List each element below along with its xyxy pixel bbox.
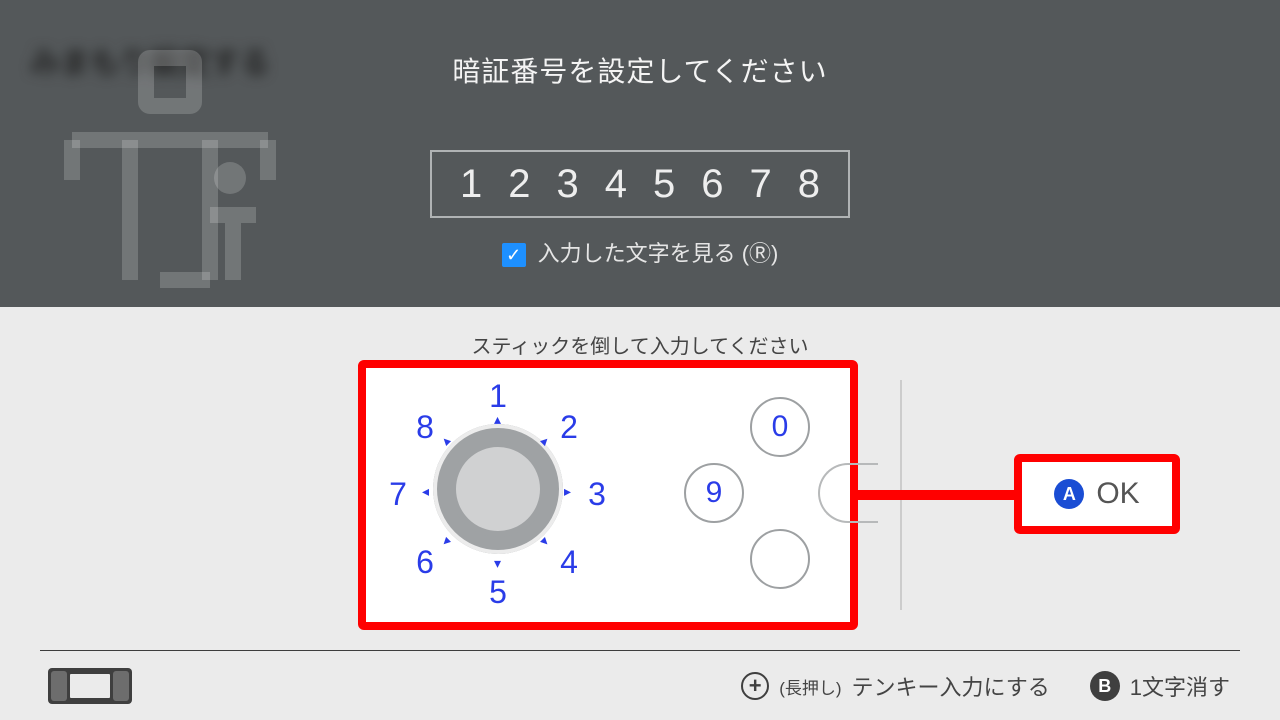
- dial-number-5[interactable]: 5: [483, 574, 513, 611]
- dial-number-6[interactable]: 6: [410, 544, 440, 581]
- hint-plus-prefix: (長押し): [779, 674, 841, 699]
- footer-hints: + (長押し) テンキー入力にする B 1文字消す: [741, 670, 1230, 702]
- face-btn-x-label: 0: [750, 397, 810, 457]
- tick-icon: ▴: [537, 534, 554, 551]
- ok-button[interactable]: A OK: [1014, 454, 1180, 534]
- b-button-icon: B: [1090, 671, 1120, 701]
- dial-number-1[interactable]: 1: [483, 378, 513, 415]
- face-btn-y-label: 9: [684, 463, 744, 523]
- dial-number-8[interactable]: 8: [410, 409, 440, 446]
- controller-indicator-icon: [48, 668, 132, 704]
- top-panel: みまもり設定する 暗証番号を設定してください 12345678 ✓入力した文字を…: [0, 0, 1280, 307]
- tick-icon: ▸: [564, 483, 571, 500]
- tick-icon: ▴: [437, 432, 454, 449]
- hint-b-delete: B 1文字消す: [1090, 670, 1230, 702]
- tick-icon: ▴: [494, 411, 501, 428]
- pin-display-field: 12345678: [430, 150, 850, 218]
- dial-number-4[interactable]: 4: [554, 544, 584, 581]
- plus-button-icon: +: [741, 672, 769, 700]
- analog-stick-cap-icon: [450, 441, 546, 537]
- dial-number-3[interactable]: 3: [582, 476, 612, 513]
- hint-plus-keypad: + (長押し) テンキー入力にする: [741, 670, 1050, 702]
- dial-number-7[interactable]: 7: [383, 476, 413, 513]
- callout-connector: [850, 490, 1025, 500]
- hint-b-label: 1文字消す: [1130, 670, 1230, 702]
- dial-number-2[interactable]: 2: [554, 409, 584, 446]
- ok-button-label: OK: [1096, 477, 1139, 511]
- footer-divider: [40, 650, 1240, 651]
- show-characters-row[interactable]: ✓ 入力した文字を見る (Ⓡ): [0, 236, 1280, 268]
- checkbox-icon: ✓: [502, 243, 526, 267]
- face-btn-b[interactable]: [750, 529, 810, 589]
- hint-plus-label: テンキー入力にする: [852, 670, 1050, 702]
- tick-icon: ▾: [494, 555, 501, 572]
- a-button-icon: A: [1054, 479, 1084, 509]
- tick-icon: ◂: [422, 483, 429, 500]
- input-instruction: スティックを倒して入力してください: [0, 330, 1280, 359]
- show-characters-label: 入力した文字を見る (Ⓡ): [538, 241, 779, 266]
- stick-input-panel[interactable]: 1 2 3 4 5 6 7 8 ▴ ▾ ◂ ▸ ▴ ▴ ▴ ▴ 0 9: [364, 364, 854, 626]
- page-title: 暗証番号を設定してください: [0, 50, 1280, 90]
- tick-icon: ▴: [437, 534, 454, 551]
